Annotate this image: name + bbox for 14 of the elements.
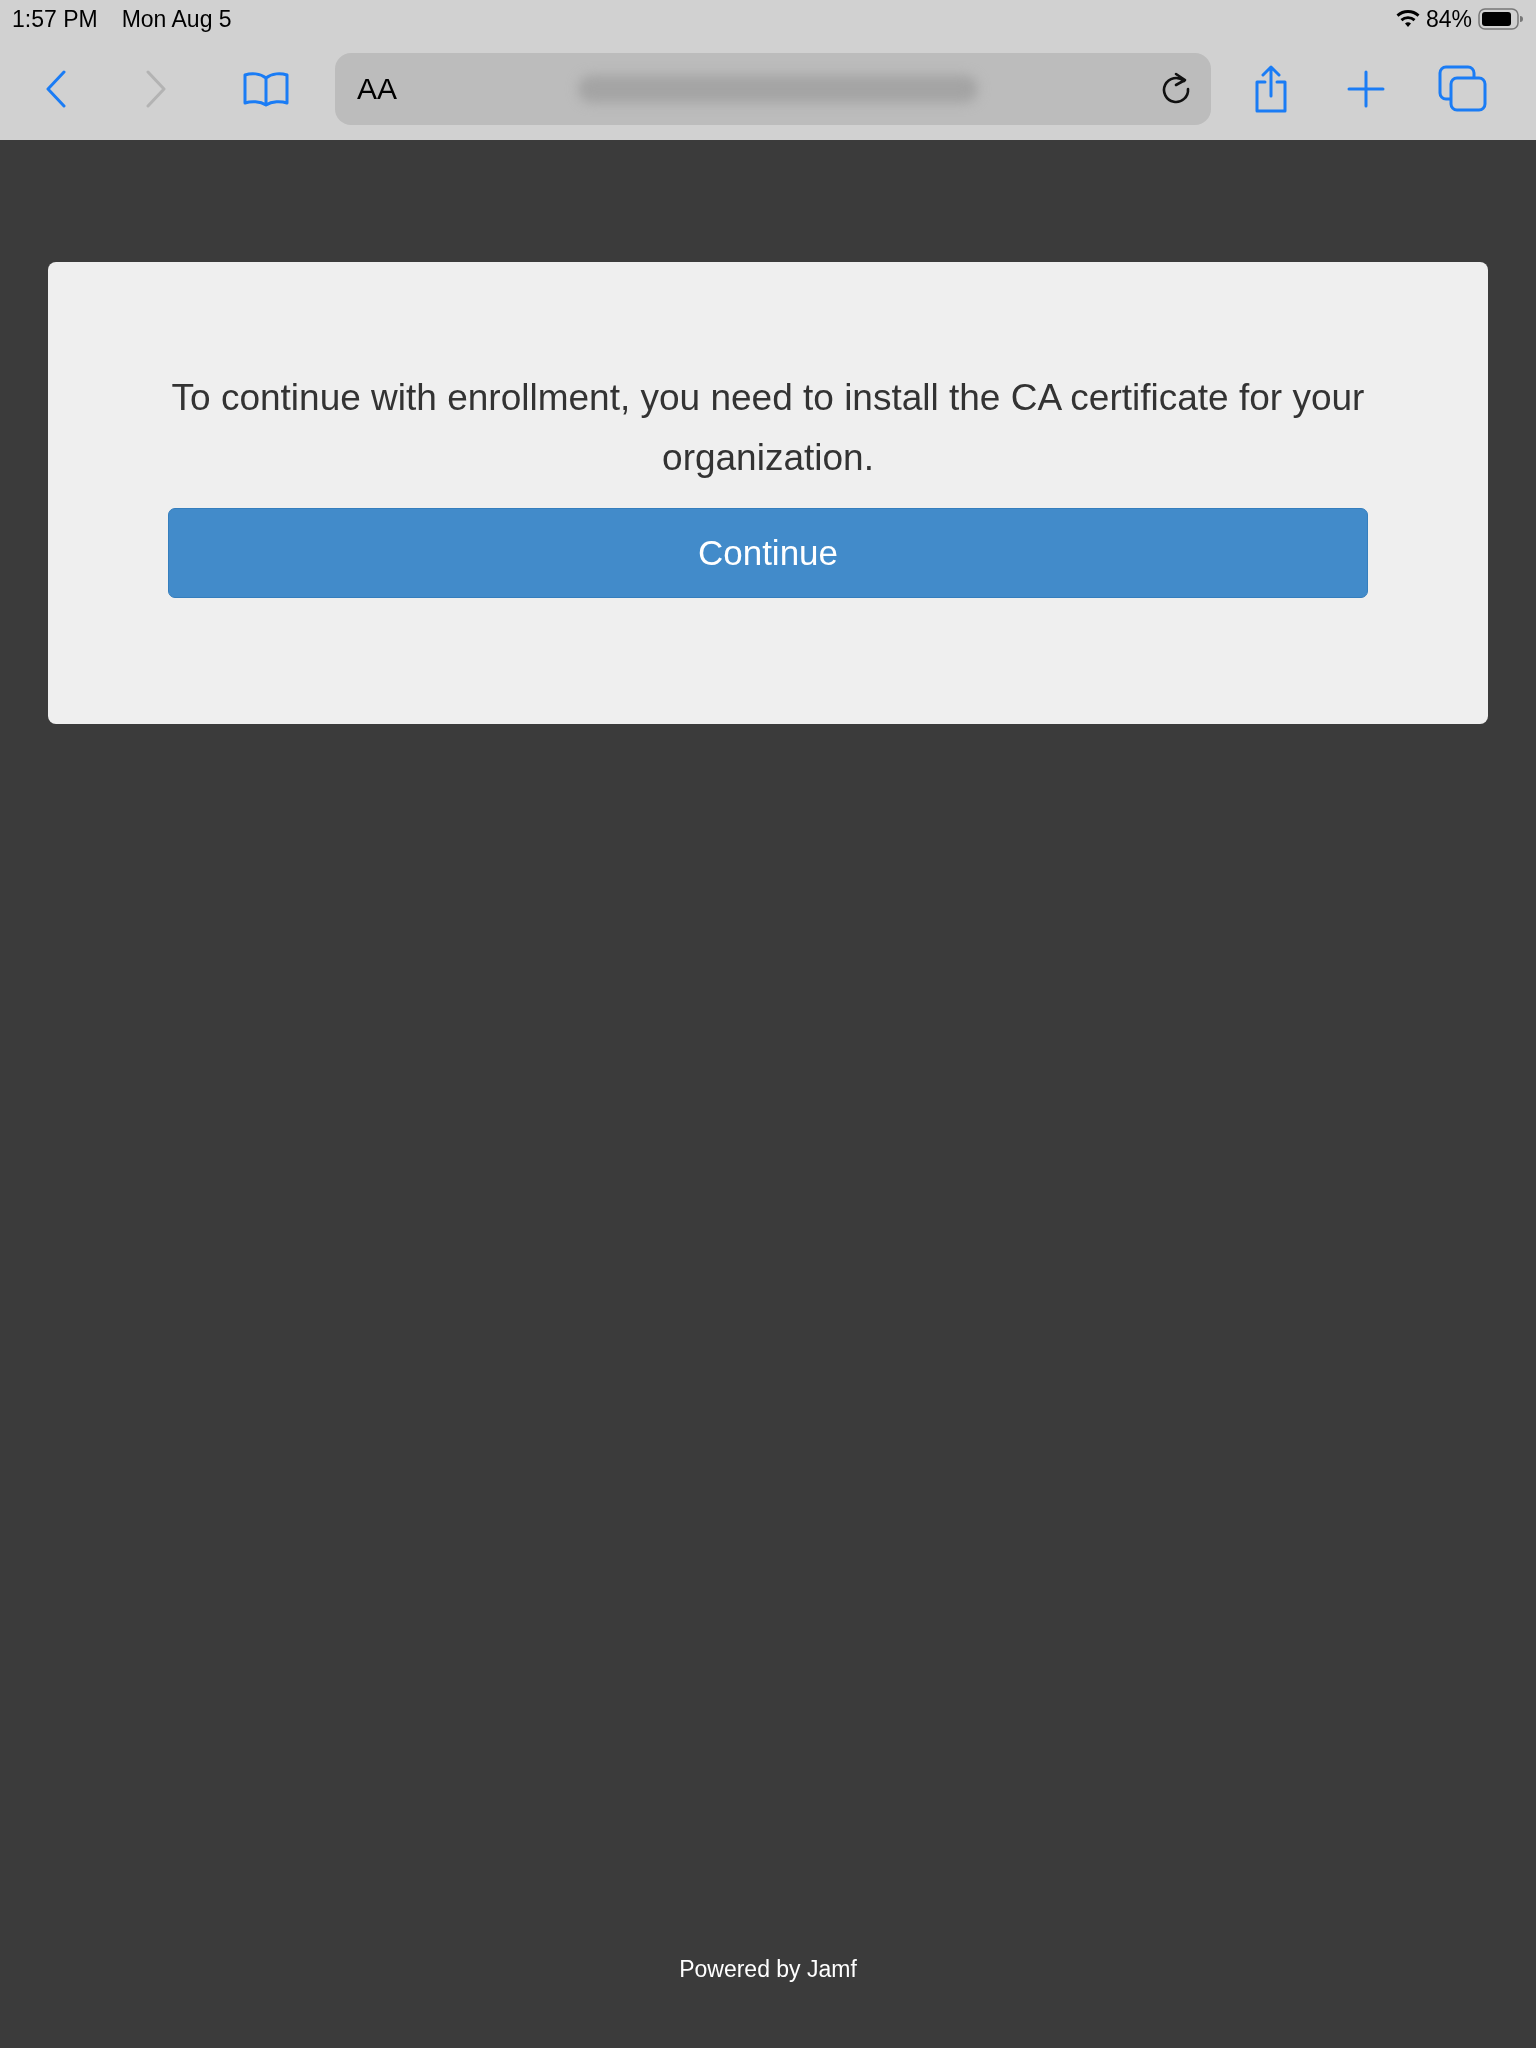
back-icon[interactable] [45,70,67,108]
tabs-icon[interactable] [1438,65,1488,113]
enrollment-message: To continue with enrollment, you need to install the CA certificate for your organization. [170,376,1366,480]
book-icon[interactable] [242,70,290,108]
address-bar[interactable]: AA [335,53,1211,125]
text-size-button[interactable]: AA [357,72,398,106]
wifi-icon [1395,10,1420,28]
continue-button[interactable]: Continue [168,508,1368,598]
status-date: Mon Aug 5 [121,5,232,33]
battery-percent: 84% [1425,5,1472,33]
footer-text: Powered by Jamf [679,1956,857,1983]
new-tab-icon[interactable] [1346,69,1386,109]
status-time: 1:57 PM [12,5,98,33]
battery-icon [1478,8,1524,30]
